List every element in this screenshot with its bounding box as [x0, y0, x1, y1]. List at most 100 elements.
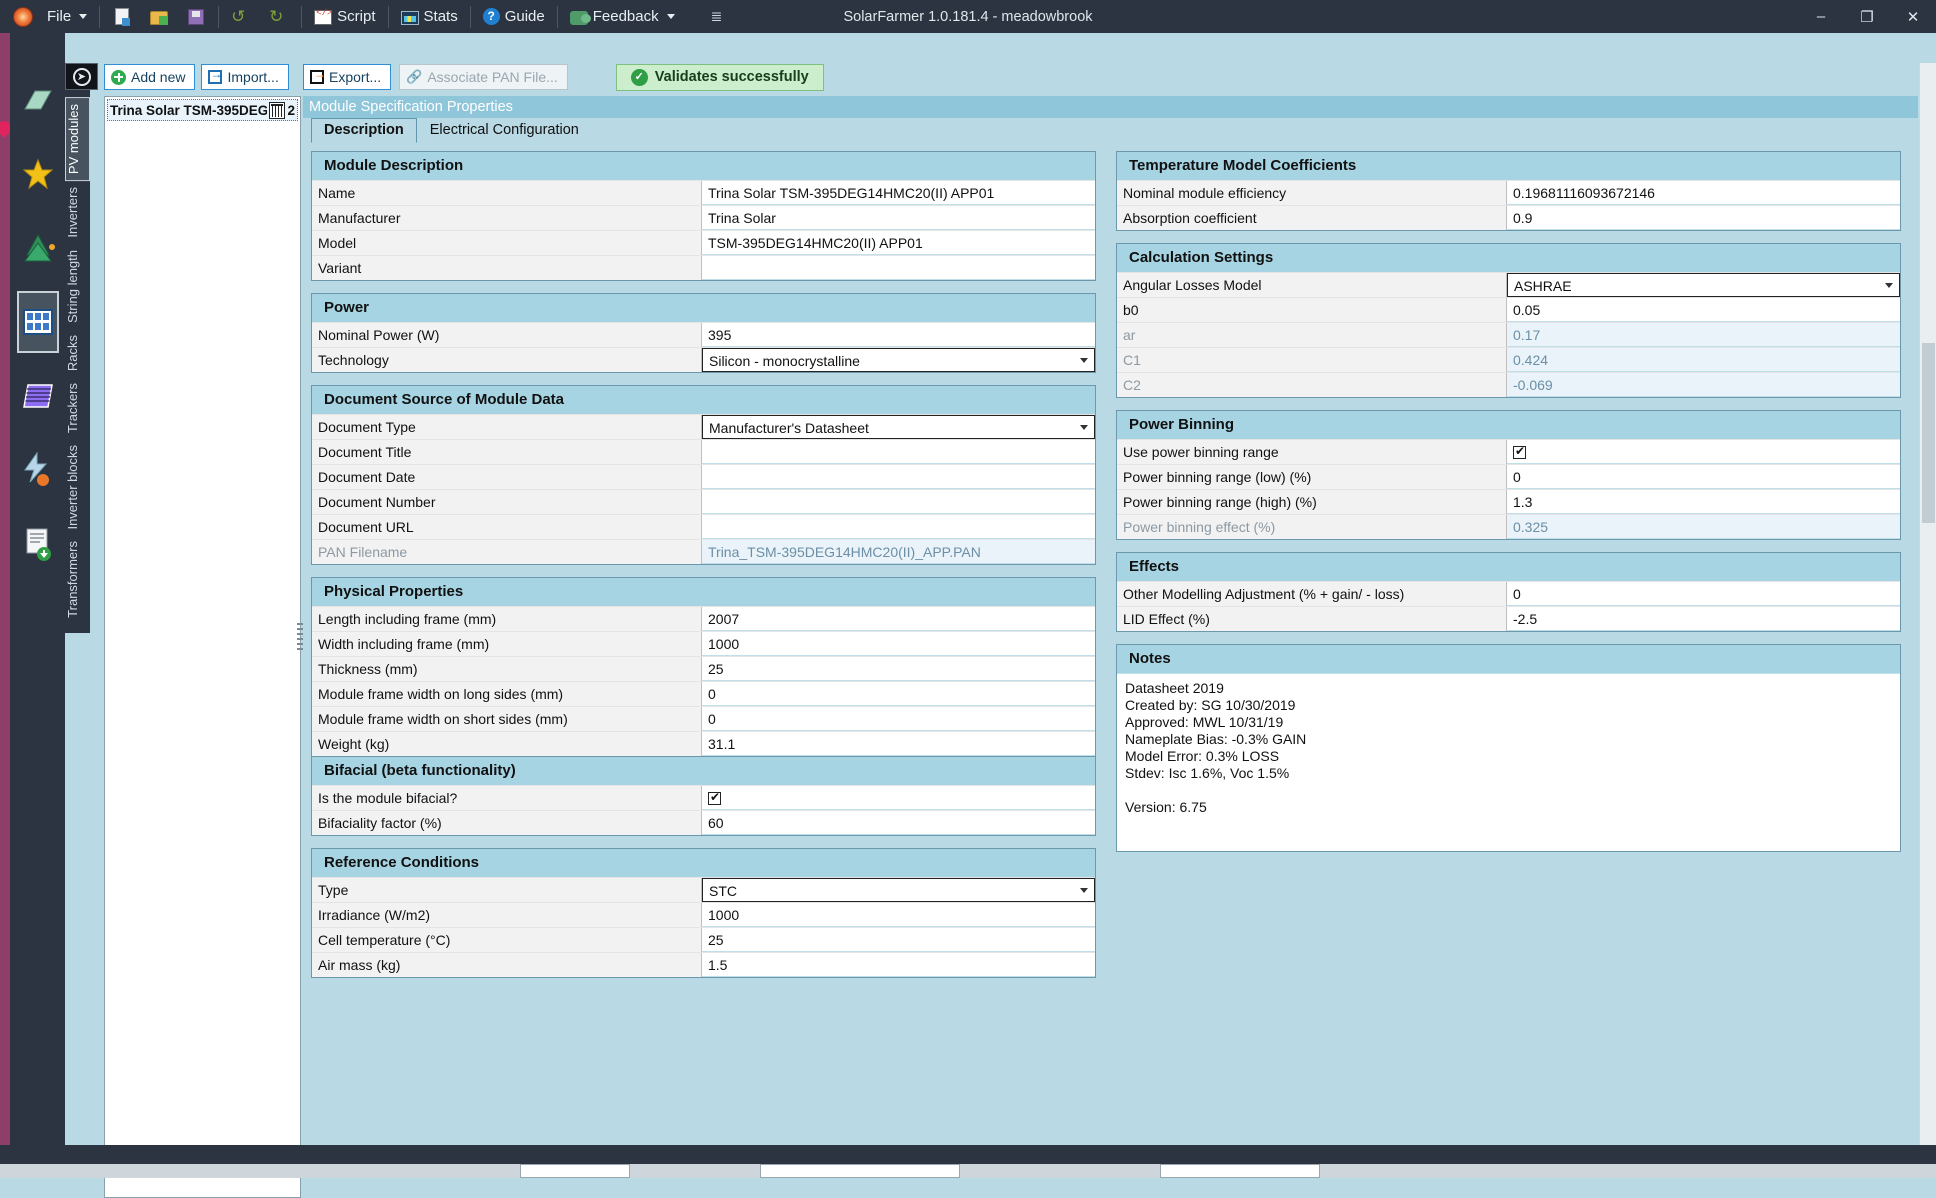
table-row[interactable]: Width including frame (mm) 1000	[312, 631, 1095, 656]
rail-icon-transformers[interactable]	[10, 507, 65, 581]
table-row[interactable]: Air mass (kg) 1.5	[312, 952, 1095, 977]
toolbar-overflow-button[interactable]: ≣	[702, 0, 732, 33]
trash-icon[interactable]	[269, 102, 285, 119]
table-row[interactable]: Length including frame (mm) 2007	[312, 606, 1095, 631]
air-mass-field[interactable]: 1.5	[702, 953, 1095, 977]
table-row[interactable]: Document URL	[312, 514, 1095, 539]
angular-losses-model-select[interactable]: ASHRAE	[1507, 273, 1900, 297]
stats-button[interactable]: Stats	[392, 0, 467, 33]
sidebar-item-inverter-blocks[interactable]: Inverter blocks	[65, 439, 90, 536]
close-button[interactable]: ✕	[1890, 0, 1936, 33]
absorption-coefficient-field[interactable]: 0.9	[1507, 206, 1900, 230]
associate-pan-file-button[interactable]: 🔗 Associate PAN File...	[399, 64, 568, 90]
script-button[interactable]: Script	[305, 0, 384, 33]
checkbox-icon[interactable]	[1513, 446, 1526, 459]
tab-electrical-configuration[interactable]: Electrical Configuration	[417, 118, 592, 143]
open-folder-button[interactable]	[141, 0, 177, 33]
document-date-field[interactable]	[702, 465, 1095, 489]
frame-width-long-field[interactable]: 0	[702, 682, 1095, 706]
cell-temperature-field[interactable]: 25	[702, 928, 1095, 952]
import-button[interactable]: Import...	[201, 64, 288, 90]
bifaciality-factor-field[interactable]: 60	[702, 811, 1095, 835]
expand-panel-button[interactable]: ➤	[65, 63, 98, 90]
export-button[interactable]: Export...	[303, 64, 391, 90]
rail-icon-inverter-blocks[interactable]	[10, 433, 65, 507]
sidebar-item-trackers[interactable]: Trackers	[65, 377, 90, 439]
scrollbar-thumb[interactable]	[1922, 343, 1935, 523]
table-row[interactable]: Document Type Manufacturer's Datasheet	[312, 414, 1095, 439]
width-field[interactable]: 1000	[702, 632, 1095, 656]
minimize-button[interactable]: –	[1798, 0, 1844, 33]
table-row[interactable]: Type STC	[312, 877, 1095, 902]
table-row[interactable]: Nominal module efficiency 0.196811160936…	[1117, 180, 1900, 205]
table-row[interactable]: Nominal Power (W) 395	[312, 322, 1095, 347]
variant-field[interactable]	[702, 256, 1095, 280]
table-row[interactable]: Cell temperature (°C) 25	[312, 927, 1095, 952]
is-bifacial-checkbox-cell[interactable]	[702, 786, 1095, 810]
table-row[interactable]: Power binning range (high) (%) 1.3	[1117, 489, 1900, 514]
document-url-field[interactable]	[702, 515, 1095, 539]
b0-field[interactable]: 0.05	[1507, 298, 1900, 322]
table-row[interactable]: Variant	[312, 255, 1095, 280]
feedback-button[interactable]: Feedback	[561, 0, 684, 33]
name-field[interactable]: Trina Solar TSM-395DEG14HMC20(II) APP01	[702, 181, 1095, 205]
power-binning-low-field[interactable]: 0	[1507, 465, 1900, 489]
table-row[interactable]: Document Number	[312, 489, 1095, 514]
table-row[interactable]: Technology Silicon - monocrystalline	[312, 347, 1095, 372]
nominal-power-field[interactable]: 395	[702, 323, 1095, 347]
table-row[interactable]: Use power binning range	[1117, 439, 1900, 464]
weight-field[interactable]: 31.1	[702, 732, 1095, 756]
notes-textarea[interactable]: Datasheet 2019 Created by: SG 10/30/2019…	[1117, 673, 1900, 851]
table-row[interactable]: Model TSM-395DEG14HMC20(II) APP01	[312, 230, 1095, 255]
table-row[interactable]: Document Title	[312, 439, 1095, 464]
sidebar-item-racks[interactable]: Racks	[65, 329, 90, 377]
guide-button[interactable]: ? Guide	[474, 0, 554, 33]
table-row[interactable]: b0 0.05	[1117, 297, 1900, 322]
length-field[interactable]: 2007	[702, 607, 1095, 631]
sidebar-item-transformers[interactable]: Transformers	[65, 535, 90, 624]
table-row[interactable]: Bifaciality factor (%) 60	[312, 810, 1095, 835]
maximize-button[interactable]: ❐	[1844, 0, 1890, 33]
thickness-field[interactable]: 25	[702, 657, 1095, 681]
irradiance-field[interactable]: 1000	[702, 903, 1095, 927]
table-row[interactable]: Power binning range (low) (%) 0	[1117, 464, 1900, 489]
other-modelling-adjustment-field[interactable]: 0	[1507, 582, 1900, 606]
undo-button[interactable]: ↺	[222, 0, 260, 33]
rail-icon-inverters[interactable]	[10, 137, 65, 211]
checkbox-icon[interactable]	[708, 792, 721, 805]
lid-effect-field[interactable]: -2.5	[1507, 607, 1900, 631]
power-binning-high-field[interactable]: 1.3	[1507, 490, 1900, 514]
rail-icon-pv-modules-top[interactable]	[10, 63, 65, 137]
use-power-binning-checkbox-cell[interactable]	[1507, 440, 1900, 464]
table-row[interactable]: Absorption coefficient 0.9	[1117, 205, 1900, 230]
table-row[interactable]: Angular Losses Model ASHRAE	[1117, 272, 1900, 297]
content-scrollbar[interactable]	[1919, 63, 1936, 1163]
table-row[interactable]: Other Modelling Adjustment (% + gain/ - …	[1117, 581, 1900, 606]
sidebar-item-pv-modules[interactable]: PV modules	[65, 97, 90, 181]
rail-icon-racks[interactable]	[10, 285, 65, 359]
add-new-button[interactable]: Add new	[104, 64, 195, 90]
table-row[interactable]: Is the module bifacial?	[312, 785, 1095, 810]
nominal-module-efficiency-field[interactable]: 0.19681116093672146	[1507, 181, 1900, 205]
new-document-button[interactable]	[103, 0, 141, 33]
table-row[interactable]: Weight (kg) 31.1	[312, 731, 1095, 756]
document-title-field[interactable]	[702, 440, 1095, 464]
model-field[interactable]: TSM-395DEG14HMC20(II) APP01	[702, 231, 1095, 255]
tab-description[interactable]: Description	[311, 118, 417, 143]
table-row[interactable]: Module frame width on short sides (mm) 0	[312, 706, 1095, 731]
reference-type-select[interactable]: STC	[702, 878, 1095, 902]
document-number-field[interactable]	[702, 490, 1095, 514]
table-row[interactable]: Name Trina Solar TSM-395DEG14HMC20(II) A…	[312, 180, 1095, 205]
table-row[interactable]: Thickness (mm) 25	[312, 656, 1095, 681]
redo-button[interactable]: ↻	[260, 0, 298, 33]
technology-select[interactable]: Silicon - monocrystalline	[702, 348, 1095, 372]
table-row[interactable]: Document Date	[312, 464, 1095, 489]
sidebar-item-inverters[interactable]: Inverters	[65, 181, 90, 244]
rail-icon-trackers[interactable]	[10, 359, 65, 433]
rail-icon-string-length[interactable]	[10, 211, 65, 285]
menu-file[interactable]: File	[38, 0, 96, 33]
table-row[interactable]: LID Effect (%) -2.5	[1117, 606, 1900, 631]
manufacturer-field[interactable]: Trina Solar	[702, 206, 1095, 230]
frame-width-short-field[interactable]: 0	[702, 707, 1095, 731]
module-list[interactable]: Trina Solar TSM-395DEG14H 2	[104, 96, 301, 1198]
